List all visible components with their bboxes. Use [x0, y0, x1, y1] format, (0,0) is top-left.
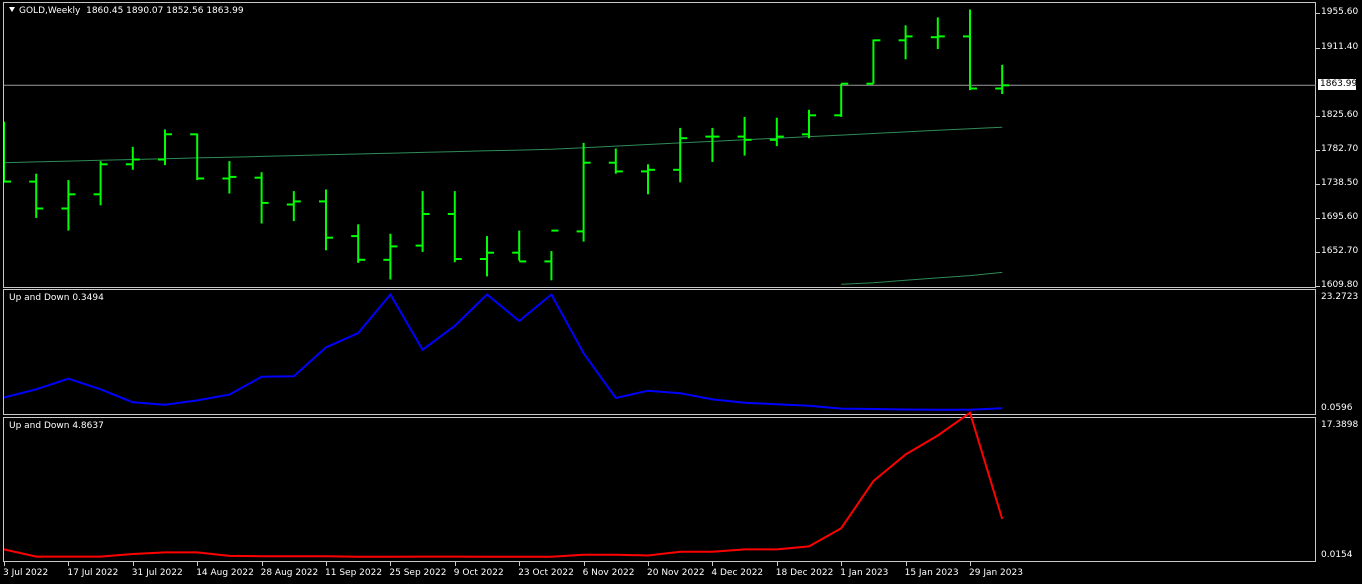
indicator-2-line	[3, 411, 1004, 558]
time-axis-label: 3 Jul 2022	[3, 568, 49, 578]
moving-average-line-1	[4, 126, 1003, 164]
time-axis-tick	[905, 562, 907, 566]
time-axis-tick	[454, 562, 456, 566]
indicator-1-line	[3, 292, 1003, 411]
trading-terminal: GOLD,Weekly 1860.45 1890.07 1852.56 1863…	[0, 0, 1362, 584]
price-axis-tick	[1316, 115, 1320, 117]
price-axis-tick	[1316, 252, 1320, 254]
indicator-2-axis-label: 17.3898	[1321, 420, 1359, 430]
time-axis-label: 31 Jul 2022	[131, 568, 183, 578]
indicator-2-axis-label: 0.0154	[1321, 550, 1353, 560]
price-axis-tick	[1316, 13, 1320, 14]
time-axis-tick	[4, 562, 5, 566]
current-price-box: 1863.99	[1318, 79, 1358, 91]
time-axis-label: 20 Nov 2022	[647, 568, 705, 578]
price-axis-tick	[1316, 149, 1320, 151]
chart-canvas	[3, 9, 1316, 558]
price-axis-label: 1695.60	[1321, 212, 1359, 223]
time-axis-tick	[583, 562, 585, 566]
time-axis-label: 14 Aug 2022	[196, 568, 254, 578]
time-axis-tick	[519, 562, 521, 566]
time-axis-tick	[68, 562, 70, 566]
time-axis-tick	[970, 562, 971, 566]
price-axis-label: 1911.40	[1321, 41, 1359, 52]
time-axis-label: 6 Nov 2022	[582, 568, 635, 578]
price-axis-label: 1782.70	[1321, 143, 1359, 154]
time-axis-label: 9 Oct 2022	[453, 568, 504, 578]
indicator-1-axis-label: 23.2723	[1321, 292, 1359, 302]
time-axis-label: 15 Jan 2023	[904, 568, 959, 578]
time-axis-tick	[326, 562, 327, 566]
moving-average-line-2	[841, 271, 1003, 285]
time-axis-label: 11 Sep 2022	[325, 568, 383, 578]
time-axis-label: 28 Aug 2022	[260, 568, 319, 578]
price-axis-label: 1738.50	[1321, 178, 1359, 189]
time-axis-tick	[132, 562, 134, 566]
time-axis-label: 4 Dec 2022	[711, 568, 764, 578]
price-axis-label: 1955.60	[1321, 7, 1359, 17]
price-axis-label: 1652.70	[1321, 246, 1359, 257]
indicator-1-axis-label: 0.0596	[1321, 403, 1353, 413]
time-axis-tick	[712, 562, 714, 566]
price-axis-tick	[1316, 184, 1320, 186]
time-axis-label: 23 Oct 2022	[518, 568, 574, 578]
time-axis-label: 25 Sep 2022	[389, 568, 447, 578]
time-axis-tick	[648, 562, 649, 566]
time-axis-tick	[776, 562, 778, 566]
time-axis-tick	[841, 562, 843, 566]
time-axis-label: 18 Dec 2022	[775, 568, 834, 578]
price-axis-tick	[1316, 286, 1320, 287]
price-axis-label: 1825.60	[1321, 109, 1359, 120]
price-axis-label: 1609.80	[1321, 280, 1359, 290]
price-axis-tick	[1316, 218, 1320, 220]
time-axis-tick	[261, 562, 263, 566]
time-axis-label: 1 Jan 2023	[840, 568, 889, 578]
time-axis-tick	[197, 562, 199, 566]
time-axis-tick	[390, 562, 392, 566]
price-axis-tick	[1316, 47, 1320, 49]
time-axis-label: 29 Jan 2023	[969, 568, 1023, 578]
time-axis-label: 17 Jul 2022	[67, 568, 119, 578]
